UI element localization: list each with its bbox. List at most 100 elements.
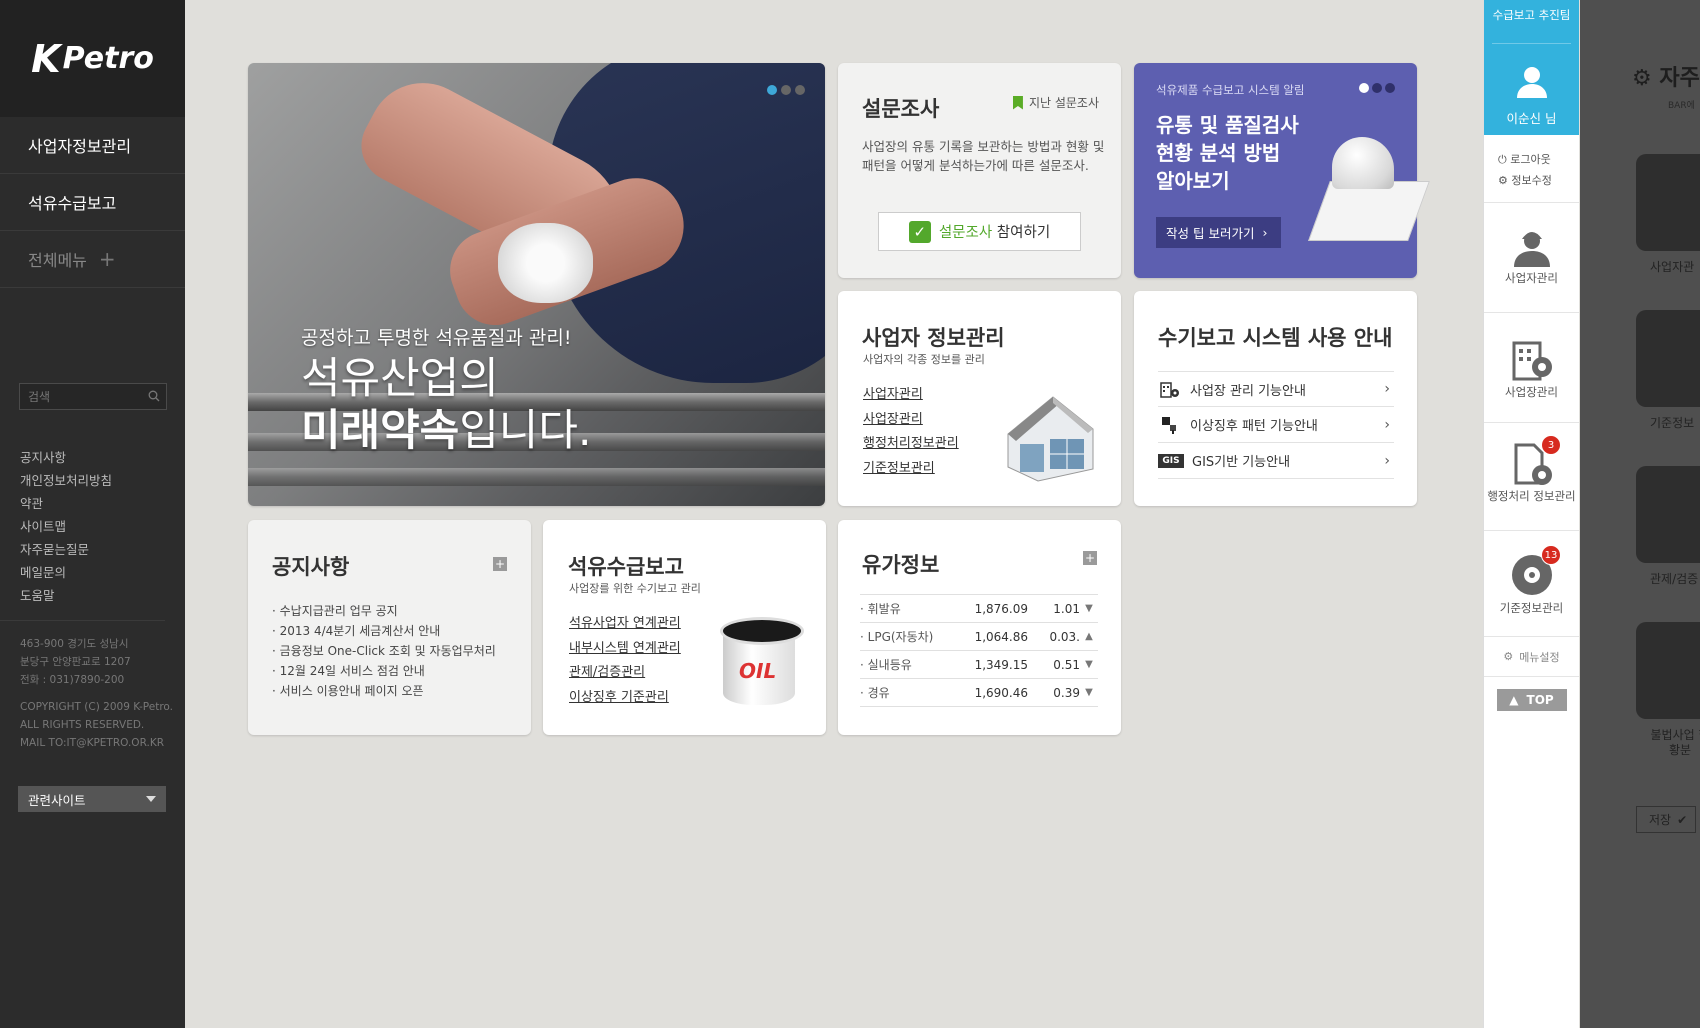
link-oil-business[interactable]: 석유사업자 연계관리	[569, 612, 681, 637]
user-name: 이순신 님	[1506, 111, 1557, 126]
carousel-dot[interactable]	[781, 85, 791, 95]
search-input[interactable]	[20, 384, 140, 409]
promo-headline: 유통 및 품질검사 현황 분석 방법 알아보기	[1156, 111, 1299, 195]
sidebar: K Petro 사업자정보관리 석유수급보고 전체메뉴 + 공지사항 개인정보처리…	[0, 0, 185, 1028]
link-mail[interactable]: 메일문의	[20, 561, 112, 584]
overlay-tile[interactable]	[1636, 310, 1700, 407]
link-help[interactable]: 도움말	[20, 584, 112, 607]
past-survey-label: 지난 설문조사	[1028, 96, 1099, 110]
guide-title: 수기보고 시스템 사용 안내	[1158, 326, 1393, 350]
menu-setting-link[interactable]: ⚙ 메뉴설정	[1484, 637, 1579, 677]
power-icon: ⏻	[1498, 153, 1507, 166]
gear-icon: ⚙	[1498, 174, 1508, 187]
overlay-tile[interactable]	[1636, 154, 1700, 251]
more-plus-icon[interactable]: +	[1083, 551, 1097, 565]
oil-report-subtitle: 사업장를 위한 수기보고 관리	[569, 582, 701, 595]
table-row: · 실내등유 1,349.15 0.51 ▼	[860, 650, 1098, 679]
link-internal-system[interactable]: 내부시스템 연계관리	[569, 637, 681, 662]
gis-icon: GIS	[1158, 453, 1184, 468]
notice-item[interactable]: · 서비스 이용안내 페이지 오픈	[272, 681, 496, 701]
guide-card: 수기보고 시스템 사용 안내 사업장 관리 기능안내 › 이상징후 패턴 기능안…	[1134, 291, 1417, 506]
overlay-tile[interactable]	[1636, 622, 1700, 719]
quick-workplace-mgmt[interactable]: 사업장관리	[1484, 313, 1579, 423]
oil-report-card: 석유수급보고 사업장를 위한 수기보고 관리 석유사업자 연계관리 내부시스템 …	[543, 520, 826, 735]
top-button[interactable]: ▲ TOP	[1496, 689, 1567, 711]
notice-item[interactable]: · 12월 24일 서비스 점검 안내	[272, 661, 496, 681]
link-privacy[interactable]: 개인정보처리방침	[20, 469, 112, 492]
hero-subtitle: 공정하고 투명한 석유품질과 관리!	[301, 327, 572, 349]
notice-title: 공지사항	[272, 555, 350, 579]
link-sitemap[interactable]: 사이트맵	[20, 515, 112, 538]
arrow-down-icon: ▼	[1080, 594, 1098, 623]
search-icon[interactable]	[148, 390, 160, 402]
menu-settings-overlay: ⚙ 자주 BAR에 사업자관 기준정보 관제/검증 불법사업 현황분 저장 ✔	[1580, 0, 1700, 1028]
quick-admin-info[interactable]: 3 행정처리 정보관리	[1484, 423, 1579, 531]
footer-links: 공지사항 개인정보처리방침 약관 사이트맵 자주묻는질문 메일문의 도움말	[20, 446, 112, 607]
nav-oil-report[interactable]: 석유수급보고	[0, 174, 185, 231]
quick-label: 사업장관리	[1505, 385, 1558, 399]
price-card: 유가정보 + · 휘발유 1,876.09 1.01 ▼ · LPG(자동차) 1,06…	[838, 520, 1121, 735]
notification-badge: 3	[1541, 435, 1561, 455]
quick-business-mgmt[interactable]: 사업자관리	[1484, 203, 1579, 313]
quick-panel: 수급보고 추진팀 이순신 님 ⏻ 로그아웃 ⚙ 정보수정 사업자관리 사업장관리…	[1483, 0, 1579, 1028]
carousel-dot[interactable]	[767, 85, 777, 95]
related-sites-label: 관련사이트	[28, 792, 86, 808]
team-label: 수급보고 추진팀	[1492, 0, 1571, 44]
kpetro-logo[interactable]: K Petro	[0, 0, 185, 117]
edit-info-link[interactable]: ⚙ 정보수정	[1498, 170, 1579, 191]
guide-item[interactable]: 사업장 관리 기능안내 ›	[1158, 371, 1394, 407]
notice-item[interactable]: · 2013 4/4분기 세금계산서 안내	[272, 621, 496, 641]
guide-item-label: 이상징후 패턴 기능안내	[1190, 419, 1318, 434]
link-faq[interactable]: 자주묻는질문	[20, 538, 112, 561]
link-business-mgmt[interactable]: 사업자관리	[863, 383, 959, 408]
nav-all-menu[interactable]: 전체메뉴 +	[0, 231, 185, 288]
hero-rest: 입니다.	[459, 406, 592, 456]
overlay-subtitle: BAR에	[1668, 101, 1695, 111]
survey-title: 설문조사	[862, 97, 940, 121]
rag-image	[498, 223, 593, 303]
carousel-dot[interactable]	[1359, 83, 1369, 93]
notice-card: 공지사항 + · 수납지급관리 업무 공지 · 2013 4/4분기 세금계산서…	[248, 520, 531, 735]
past-survey-link[interactable]: 지난 설문조사	[1012, 94, 1099, 111]
notice-item[interactable]: · 수납지급관리 업무 공지	[272, 601, 496, 621]
promo-line: 알아보기	[1156, 169, 1230, 193]
survey-button-green: 설문조사	[938, 225, 993, 241]
link-workplace-mgmt[interactable]: 사업장관리	[863, 408, 959, 433]
quick-base-info[interactable]: 13 기준정보관리	[1484, 531, 1579, 637]
guide-item[interactable]: GIS GIS기반 기능안내 ›	[1158, 443, 1394, 479]
price-title: 유가정보	[862, 553, 940, 577]
more-plus-icon[interactable]: +	[493, 557, 507, 571]
overlay-tile[interactable]	[1636, 466, 1700, 563]
nav-business-info[interactable]: 사업자정보관리	[0, 117, 185, 174]
fuel-change: 0.03.	[1040, 622, 1080, 651]
logout-link[interactable]: ⏻ 로그아웃	[1498, 149, 1579, 170]
link-admin-info[interactable]: 행정처리정보관리	[863, 432, 959, 457]
related-sites-select[interactable]: 관련사이트	[18, 786, 166, 812]
link-control-verify[interactable]: 관제/검증관리	[569, 661, 681, 686]
chevron-right-icon: ›	[1384, 416, 1390, 433]
link-terms[interactable]: 약관	[20, 492, 112, 515]
guide-item-label: GIS기반 기능안내	[1192, 455, 1291, 470]
link-base-info[interactable]: 기준정보관리	[863, 457, 959, 482]
guide-item[interactable]: 이상징후 패턴 기능안내 ›	[1158, 407, 1394, 443]
save-button[interactable]: 저장 ✔	[1636, 806, 1696, 833]
carousel-dot[interactable]	[795, 85, 805, 95]
carousel-dots[interactable]	[767, 85, 805, 95]
promo-dots[interactable]	[1359, 83, 1395, 93]
survey-join-button[interactable]: ✓ 설문조사 참여하기	[878, 212, 1081, 251]
person-icon	[1513, 232, 1550, 267]
promo-card[interactable]: 석유제품 수급보고 시스템 알림 유통 및 품질검사 현황 분석 방법 알아보기…	[1134, 63, 1430, 278]
copyright-line: COPYRIGHT (C) 2009 K-Petro.	[20, 701, 173, 713]
search-box	[19, 383, 167, 410]
price-table: · 휘발유 1,876.09 1.01 ▼ · LPG(자동차) 1,064.86 0.0…	[860, 594, 1098, 707]
tip-button[interactable]: 작성 팁 보러가기 ›	[1156, 217, 1281, 248]
copyright: COPYRIGHT (C) 2009 K-Petro. ALL RIGHTS R…	[20, 698, 173, 752]
hero-banner[interactable]: 공정하고 투명한 석유품질과 관리! 석유산업의 미래약속입니다.	[248, 63, 825, 506]
link-notice[interactable]: 공지사항	[20, 446, 112, 469]
notice-item[interactable]: · 금융정보 One-Click 조회 및 자동업무처리	[272, 641, 496, 661]
carousel-dot[interactable]	[1385, 83, 1395, 93]
link-anomaly-criteria[interactable]: 이상징후 기준관리	[569, 686, 681, 711]
bookmark-icon	[1012, 95, 1023, 110]
bucket-label: OIL	[739, 659, 777, 683]
carousel-dot[interactable]	[1372, 83, 1382, 93]
